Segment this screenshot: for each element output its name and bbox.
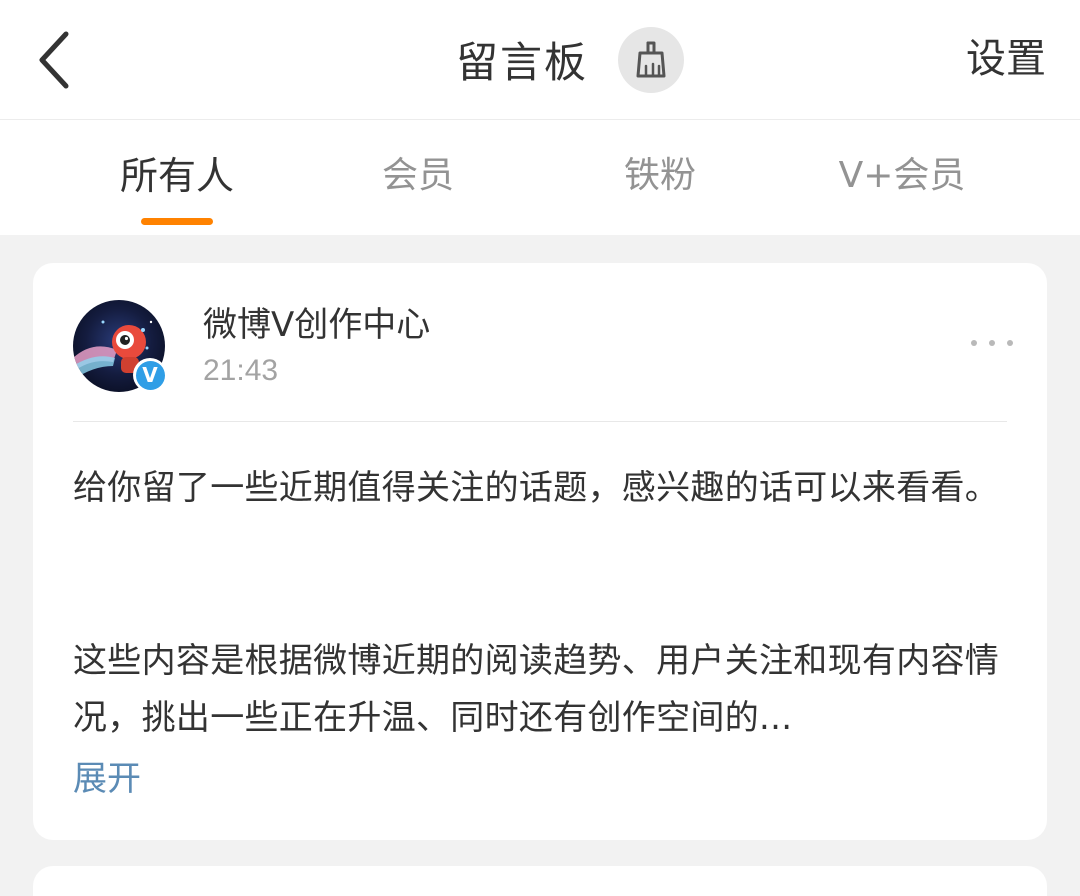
author-name[interactable]: 微博Ⅴ创作中心 [203,297,430,346]
message-time: 21:43 [203,354,279,387]
message-card: V 微博Ⅴ创作中心 21:43 给你留了一些近期值得关注的话题，感兴趣的话可以来… [33,263,1047,840]
settings-button[interactable]: 设置 [966,0,1046,119]
tab-all[interactable]: 所有人 [57,120,297,235]
more-dot-icon [1007,340,1013,346]
verified-badge: V [133,358,167,392]
chevron-left-icon [39,31,69,89]
tab-iron-fans[interactable]: 铁粉 [540,120,780,235]
tab-label: 所有人 [119,154,234,198]
tab-members[interactable]: 会员 [298,120,538,235]
top-nav-bar: 留言板 设置 [0,0,1080,120]
more-options-button[interactable] [971,333,1013,353]
audience-tabs: 所有人 会员 铁粉 V+会员 [0,120,1080,235]
back-button[interactable] [30,26,80,94]
broom-icon [636,41,666,77]
tab-label: V+会员 [838,155,966,196]
title-group: 留言板 [0,0,1080,119]
message-paragraph: 这些内容是根据微博近期的阅读趋势、用户关注和现有内容情况，挑出一些正在升温、同时… [73,641,1000,738]
tab-label: 铁粉 [623,155,696,196]
clean-button[interactable] [618,26,684,93]
tab-label: 会员 [381,155,454,196]
next-message-card [33,866,1047,896]
more-dot-icon [971,340,977,346]
expand-link[interactable]: 展开 [73,751,141,800]
tab-vplus-members[interactable]: V+会员 [782,120,1022,235]
active-tab-indicator [141,218,213,225]
more-dot-icon [989,340,995,346]
verified-icon: V [135,360,165,390]
divider [73,421,1007,422]
page-title: 留言板 [455,38,588,87]
message-paragraph: 给你留了一些近期值得关注的话题，感兴趣的话可以来看看。 [73,468,1000,508]
avatar[interactable]: V [73,300,167,392]
